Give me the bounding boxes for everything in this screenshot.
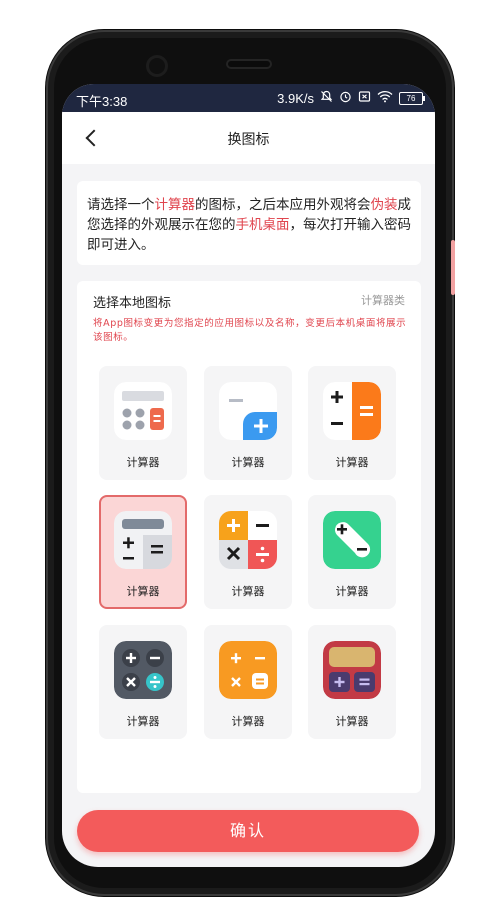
icon-option-selected[interactable]: 计算器 bbox=[99, 495, 187, 609]
calculator-minus-plus-icon bbox=[219, 382, 277, 440]
icon-option[interactable]: 计算器 bbox=[308, 625, 396, 739]
calculator-orange-equals-icon bbox=[323, 382, 381, 440]
mute-icon bbox=[320, 90, 333, 106]
icon-option[interactable]: 计算器 bbox=[204, 495, 292, 609]
calculator-gray-display-icon bbox=[114, 511, 172, 569]
status-time: 下午3:38 bbox=[76, 94, 128, 109]
calculator-green-bubble-icon bbox=[323, 511, 381, 569]
page-title: 换图标 bbox=[227, 132, 270, 148]
calculator-dark-round-icon bbox=[114, 641, 172, 699]
header: 换图标 bbox=[62, 112, 435, 164]
icon-label: 计算器 bbox=[335, 715, 369, 728]
icon-option[interactable]: 计算器 bbox=[308, 366, 396, 480]
battery-icon: 76 bbox=[399, 91, 425, 105]
intro-text: 请选择一个计算器的图标，之后本应用外观将会伪装成您选择的外观展示在您的手机桌面，… bbox=[77, 181, 421, 255]
volume-button bbox=[451, 240, 455, 295]
screen: 下午3:38 3.9K/s 76 换图标 请选择一个计算器的图标，之后本应用外观… bbox=[62, 84, 435, 867]
icon-label: 计算器 bbox=[335, 585, 369, 598]
calculator-four-color-icon bbox=[219, 511, 277, 569]
icon-grid: 计算器 计算器 计算器 计算器 计算器 计算器 计算器 计算器 计算器 bbox=[77, 281, 421, 793]
confirm-button[interactable]: 确认 bbox=[77, 810, 419, 852]
icon-option[interactable]: 计算器 bbox=[308, 495, 396, 609]
earpiece-speaker bbox=[228, 61, 270, 67]
icon-option[interactable]: 计算器 bbox=[99, 366, 187, 480]
alarm-icon bbox=[339, 90, 352, 106]
icon-option[interactable]: 计算器 bbox=[99, 625, 187, 739]
calculator-orange-icon bbox=[219, 641, 277, 699]
wifi-icon bbox=[377, 90, 393, 106]
intro-card: 请选择一个计算器的图标，之后本应用外观将会伪装成您选择的外观展示在您的手机桌面，… bbox=[77, 181, 421, 265]
intro-highlight: 伪装 bbox=[370, 197, 398, 213]
icon-panel: 选择本地图标 计算器类 将App图标变更为您指定的应用图标以及名称，变更后本机桌… bbox=[77, 281, 421, 793]
icon-label: 计算器 bbox=[231, 715, 265, 728]
calculator-retro-red-icon bbox=[323, 641, 381, 699]
icon-label: 计算器 bbox=[231, 585, 265, 598]
icon-label: 计算器 bbox=[126, 585, 160, 598]
icon-label: 计算器 bbox=[126, 715, 160, 728]
status-bar: 下午3:38 3.9K/s 76 bbox=[62, 84, 435, 112]
intro-text-part: 的图标，之后本应用外观将会 bbox=[195, 197, 371, 213]
intro-highlight: 计算器 bbox=[154, 197, 196, 213]
icon-option[interactable]: 计算器 bbox=[204, 625, 292, 739]
front-camera bbox=[149, 58, 165, 74]
intro-highlight: 手机桌面 bbox=[235, 217, 290, 233]
icon-label: 计算器 bbox=[231, 456, 265, 469]
icon-label: 计算器 bbox=[126, 456, 160, 469]
intro-text-part: 请选择一个 bbox=[87, 197, 155, 213]
calculator-grid-icon bbox=[114, 382, 172, 440]
icon-label: 计算器 bbox=[335, 456, 369, 469]
network-speed: 3.9K/s bbox=[277, 90, 314, 106]
sim-x-icon bbox=[358, 90, 371, 106]
icon-option[interactable]: 计算器 bbox=[204, 366, 292, 480]
